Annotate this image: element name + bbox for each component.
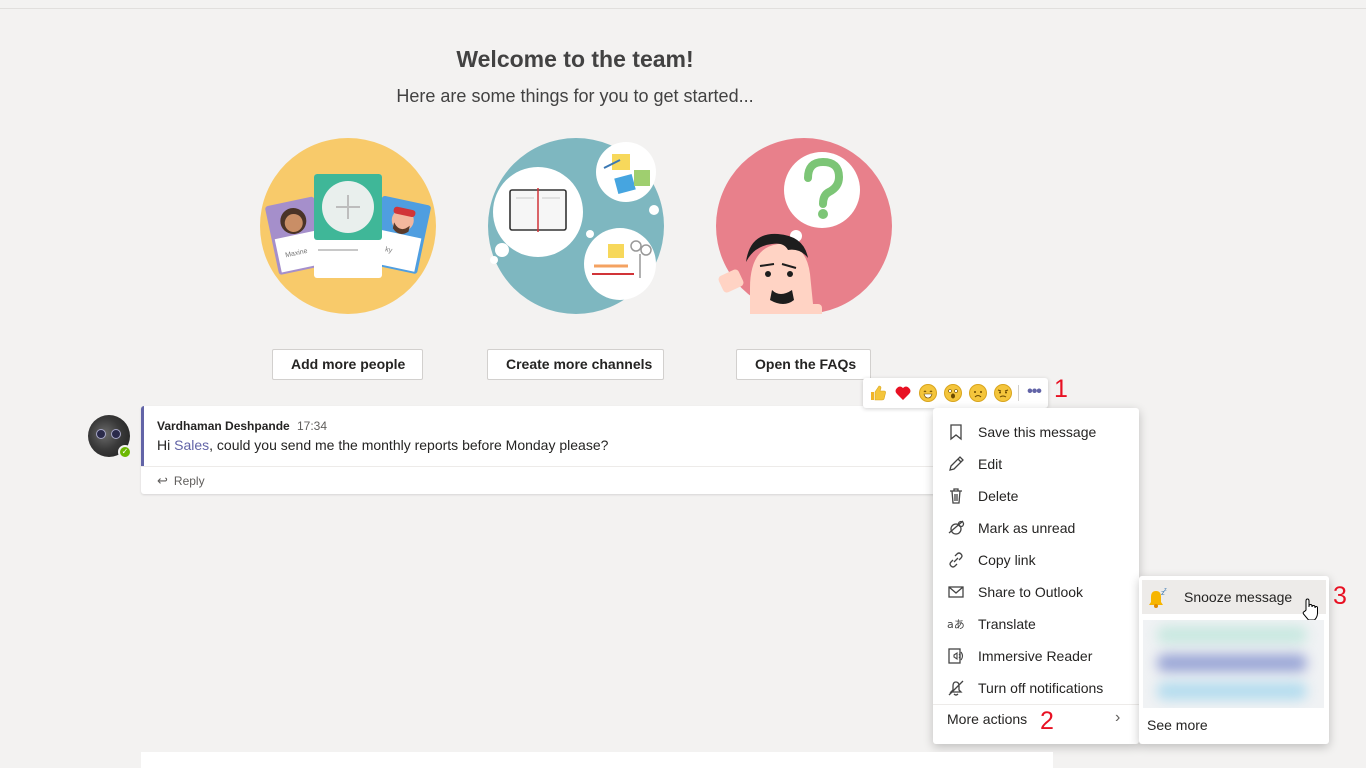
message-accent-bar [141, 406, 144, 466]
blurred-app-list [1143, 620, 1324, 708]
link-icon [949, 552, 963, 568]
reply-button[interactable]: ↩ Reply [157, 473, 205, 489]
add-more-people-button[interactable]: Add more people [272, 349, 423, 380]
menu-label: Save this message [978, 424, 1097, 440]
blurred-item [1157, 682, 1307, 700]
menu-mark-unread[interactable]: Mark as unread [933, 512, 1139, 544]
message-card[interactable]: Vardhaman Deshpande 17:34 Hi Sales, coul… [141, 406, 941, 494]
menu-label: Share to Outlook [978, 584, 1084, 600]
svg-text:aあ: aあ [947, 618, 965, 631]
message-timestamp: 17:34 [297, 419, 328, 433]
menu-divider [933, 704, 1139, 705]
menu-label: Translate [978, 616, 1036, 632]
create-more-channels-button[interactable]: Create more channels [487, 349, 664, 380]
reply-arrow-icon: ↩ [157, 473, 168, 488]
blurred-item [1157, 626, 1307, 644]
pencil-icon [949, 456, 964, 471]
snooze-label: Snooze message [1184, 589, 1293, 605]
bookmark-icon [950, 424, 962, 441]
mention-link[interactable]: Sales [174, 437, 209, 453]
message-text: Hi Sales, could you send me the monthly … [157, 437, 608, 453]
open-faqs-button[interactable]: Open the FAQs [736, 349, 871, 380]
top-divider [0, 8, 1366, 9]
chevron-right-icon: › [1115, 709, 1121, 726]
message-context-menu: Save this message Edit Delete Mark as un… [933, 408, 1139, 744]
step-marker-3: 3 [1333, 582, 1347, 610]
step-marker-2: 2 [1040, 707, 1054, 735]
welcome-title: Welcome to the team! [456, 46, 694, 72]
avatar-eye-left [96, 429, 106, 439]
message-text-before: Hi [157, 437, 175, 453]
menu-label: Copy link [978, 552, 1036, 568]
translate-icon: aあ [947, 618, 965, 631]
create-channels-illustration [488, 138, 664, 314]
snooze-message-item[interactable]: z z Snooze message [1142, 580, 1326, 614]
heart-reaction-icon[interactable] [894, 384, 912, 402]
angry-reaction-icon[interactable] [994, 384, 1012, 402]
message-author[interactable]: Vardhaman Deshpande [157, 419, 290, 433]
faqs-illustration [716, 138, 892, 314]
trash-icon [950, 488, 962, 504]
svg-text:z: z [1164, 587, 1167, 593]
step-marker-1: 1 [1054, 375, 1068, 403]
blurred-item [1157, 654, 1307, 672]
avatar-eye-right [111, 429, 121, 439]
message-text-after: , could you send me the monthly reports … [209, 437, 609, 453]
more-options-icon[interactable]: ••• [1024, 382, 1044, 404]
menu-share-outlook[interactable]: Share to Outlook [933, 576, 1139, 608]
laugh-reaction-icon[interactable] [919, 384, 937, 402]
menu-turn-off-notifications[interactable]: Turn off notifications [933, 672, 1139, 704]
menu-edit[interactable]: Edit [933, 448, 1139, 480]
bell-off-icon [948, 680, 964, 696]
menu-translate[interactable]: aあ Translate [933, 608, 1139, 640]
menu-save-message[interactable]: Save this message [933, 416, 1139, 448]
more-actions-label: More actions [947, 711, 1028, 727]
surprised-reaction-icon[interactable] [944, 384, 962, 402]
menu-more-actions[interactable]: More actions › [933, 706, 1139, 738]
reaction-bar: ••• [863, 378, 1048, 408]
menu-immersive-reader[interactable]: Immersive Reader [933, 640, 1139, 672]
menu-copy-link[interactable]: Copy link [933, 544, 1139, 576]
reply-label: Reply [173, 474, 205, 488]
reaction-divider [1018, 385, 1019, 401]
menu-label: Edit [978, 456, 1003, 472]
mail-icon [948, 586, 964, 598]
unread-icon [948, 520, 965, 535]
reply-separator [141, 466, 941, 467]
welcome-subtitle: Here are some things for you to get star… [396, 86, 754, 106]
menu-delete[interactable]: Delete [933, 480, 1139, 512]
reader-icon [948, 648, 964, 664]
compose-box[interactable] [141, 752, 1053, 768]
menu-label: Delete [978, 488, 1019, 504]
see-more-link[interactable]: See more [1147, 717, 1208, 733]
presence-available-icon: ✓ [118, 445, 132, 459]
snooze-bell-icon: z z [1149, 587, 1167, 608]
add-people-illustration: Maxine ky [260, 138, 436, 314]
avatar[interactable]: ✓ [88, 415, 132, 459]
sad-reaction-icon[interactable] [969, 384, 987, 402]
menu-label: Mark as unread [978, 520, 1076, 536]
menu-label: Immersive Reader [978, 648, 1093, 664]
like-reaction-icon[interactable] [869, 384, 887, 402]
hand-cursor-icon [1302, 598, 1319, 620]
menu-label: Turn off notifications [978, 680, 1104, 696]
